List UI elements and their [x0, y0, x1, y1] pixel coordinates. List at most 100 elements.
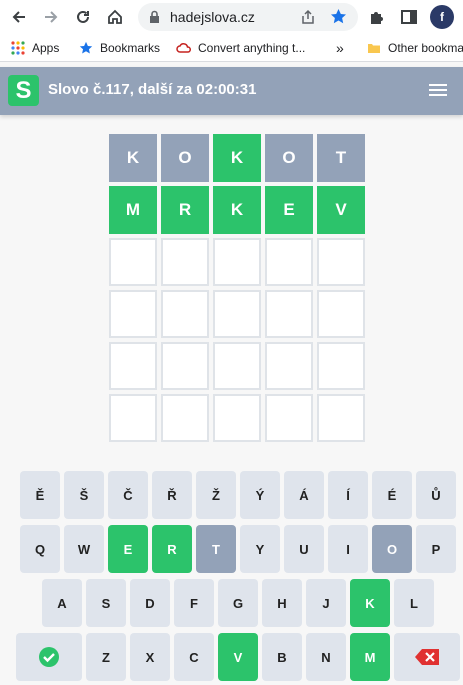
key-v[interactable]: V: [218, 633, 258, 681]
key-n[interactable]: N: [306, 633, 346, 681]
app-header: S Slovo č.117, další za 02:00:31: [0, 67, 463, 115]
key-é[interactable]: É: [372, 471, 412, 519]
key-m[interactable]: M: [350, 633, 390, 681]
bookmark-star-icon[interactable]: [330, 8, 347, 25]
board-row: KOKOT: [109, 134, 367, 182]
key-b[interactable]: B: [262, 633, 302, 681]
letter-tile: [109, 238, 157, 286]
profile-avatar[interactable]: f: [430, 5, 454, 29]
key-q[interactable]: Q: [20, 525, 60, 573]
side-panel-button[interactable]: [396, 4, 422, 30]
key-í[interactable]: Í: [328, 471, 368, 519]
letter-tile: [109, 342, 157, 390]
letter-tile: [109, 394, 157, 442]
backspace-icon: [415, 649, 439, 665]
key-p[interactable]: P: [416, 525, 456, 573]
enter-button[interactable]: [16, 633, 82, 681]
bookmark-label: Bookmarks: [100, 41, 161, 55]
page-title: Slovo č.117, další za 02:00:31: [48, 81, 257, 98]
bookmark-apps[interactable]: Apps: [10, 39, 59, 57]
key-z[interactable]: Z: [86, 633, 126, 681]
hamburger-icon: [429, 84, 449, 96]
share-icon[interactable]: [300, 9, 316, 25]
key-w[interactable]: W: [64, 525, 104, 573]
key-ů[interactable]: Ů: [416, 471, 456, 519]
letter-tile: [161, 238, 209, 286]
extensions-button[interactable]: [364, 4, 390, 30]
letter-tile: E: [265, 186, 313, 234]
key-č[interactable]: Č: [108, 471, 148, 519]
key-e[interactable]: E: [108, 525, 148, 573]
reload-icon: [77, 10, 89, 23]
key-j[interactable]: J: [306, 579, 346, 627]
bookmarks-overflow-button[interactable]: »: [336, 39, 344, 57]
letter-tile: [265, 238, 313, 286]
letter-tile: [317, 290, 365, 338]
key-t[interactable]: T: [196, 525, 236, 573]
more-chevron-icon: »: [336, 40, 344, 56]
key-f[interactable]: F: [174, 579, 214, 627]
letter-tile: [265, 342, 313, 390]
letter-tile: V: [317, 186, 365, 234]
letter-tile: [317, 342, 365, 390]
board-row: MRKEV: [109, 186, 367, 234]
key-h[interactable]: H: [262, 579, 302, 627]
letter-tile: [265, 394, 313, 442]
bookmark-convert[interactable]: Convert anything t...: [176, 39, 305, 57]
bookmark-other[interactable]: Other bookmarks: [366, 39, 463, 57]
key-š[interactable]: Š: [64, 471, 104, 519]
key-u[interactable]: U: [284, 525, 324, 573]
key-ř[interactable]: Ř: [152, 471, 192, 519]
side-panel-icon: [401, 10, 417, 24]
key-d[interactable]: D: [130, 579, 170, 627]
key-ý[interactable]: Ý: [240, 471, 280, 519]
reload-button[interactable]: [70, 4, 96, 30]
star-icon: [78, 40, 94, 56]
key-c[interactable]: C: [174, 633, 214, 681]
letter-tile: T: [317, 134, 365, 182]
key-á[interactable]: Á: [284, 471, 324, 519]
arrow-right-icon: [45, 11, 58, 23]
letter-tile: [317, 394, 365, 442]
key-y[interactable]: Y: [240, 525, 280, 573]
back-button[interactable]: [6, 4, 32, 30]
key-ž[interactable]: Ž: [196, 471, 236, 519]
url-text: hadejslova.cz: [170, 9, 255, 25]
key-a[interactable]: A: [42, 579, 82, 627]
key-r[interactable]: R: [152, 525, 192, 573]
bookmarks-bar: Apps Bookmarks Convert anything t... » O…: [0, 34, 463, 62]
checkmark-icon: [39, 647, 59, 667]
address-bar[interactable]: hadejslova.cz: [138, 3, 358, 31]
letter-tile: M: [109, 186, 157, 234]
app-logo: S: [8, 75, 39, 106]
home-button[interactable]: [102, 4, 128, 30]
key-ě[interactable]: Ě: [20, 471, 60, 519]
key-o[interactable]: O: [372, 525, 412, 573]
key-x[interactable]: X: [130, 633, 170, 681]
key-g[interactable]: G: [218, 579, 258, 627]
bookmark-bookmarks[interactable]: Bookmarks: [78, 39, 160, 57]
letter-tile: O: [161, 134, 209, 182]
board-row: [109, 394, 367, 442]
forward-button[interactable]: [38, 4, 64, 30]
browser-toolbar: hadejslova.cz f: [0, 0, 463, 34]
key-k[interactable]: K: [350, 579, 390, 627]
puzzle-icon: [371, 12, 383, 24]
backspace-button[interactable]: [394, 633, 460, 681]
letter-tile: [213, 238, 261, 286]
letter-tile: [265, 290, 313, 338]
key-i[interactable]: I: [328, 525, 368, 573]
letter-tile: [161, 342, 209, 390]
key-l[interactable]: L: [394, 579, 434, 627]
letter-tile: [213, 290, 261, 338]
letter-tile: [161, 394, 209, 442]
hamburger-menu-button[interactable]: [429, 81, 449, 99]
key-s[interactable]: S: [86, 579, 126, 627]
letter-tile: K: [109, 134, 157, 182]
letter-tile: O: [265, 134, 313, 182]
bookmark-label: Apps: [32, 41, 60, 55]
home-icon: [108, 9, 122, 24]
letter-tile: K: [213, 186, 261, 234]
lock-icon: [150, 10, 159, 23]
letter-tile: [213, 342, 261, 390]
